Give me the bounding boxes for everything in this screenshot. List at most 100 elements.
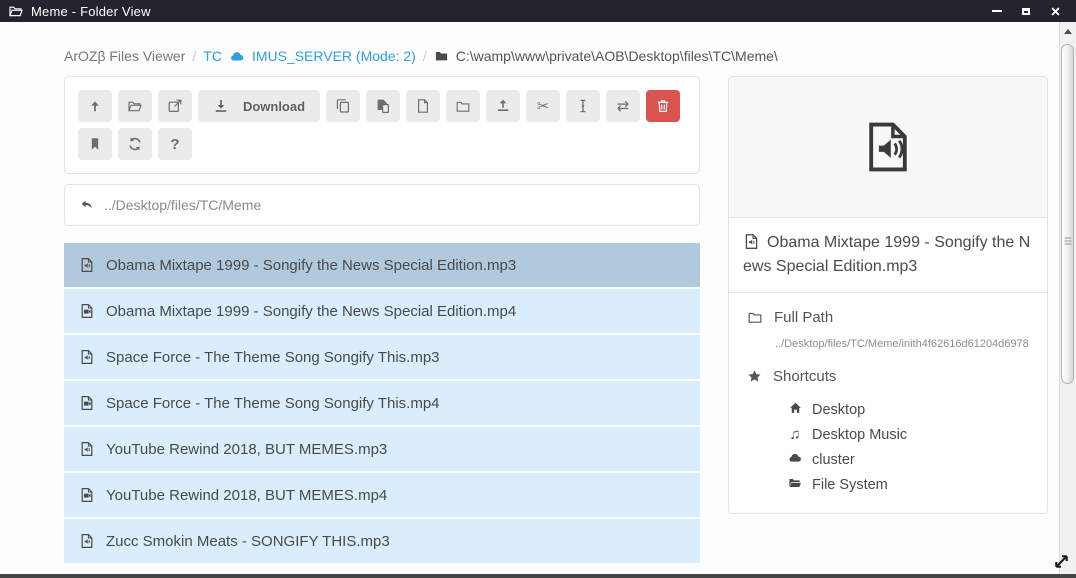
breadcrumb-path: C:\wamp\www\private\AOB\Desktop\files\TC…	[456, 48, 778, 64]
toolbar-row-1: Download ✂	[78, 90, 686, 122]
copy-button[interactable]	[326, 90, 360, 122]
file-name: YouTube Rewind 2018, BUT MEMES.mp3	[106, 441, 387, 458]
full-path-label: Full Path	[774, 309, 833, 326]
shortcut-file-system[interactable]: File System	[787, 472, 1029, 497]
scrollbar-thumb[interactable]	[1061, 44, 1074, 384]
titlebar: Meme - Folder View	[0, 0, 1076, 22]
download-button[interactable]: Download	[198, 90, 320, 122]
window-title: Meme - Folder View	[31, 4, 151, 19]
preview-info: Full Path ../Desktop/files/TC/Meme/inith…	[729, 293, 1047, 513]
full-path-header: Full Path	[747, 309, 1029, 326]
video-file-icon	[79, 303, 95, 319]
text-cursor-icon	[575, 98, 591, 114]
scroll-up-button[interactable]	[1060, 22, 1076, 41]
back-arrow-icon	[79, 198, 95, 212]
toolbar: Download ✂	[64, 76, 700, 174]
breadcrumb-server-link[interactable]: IMUS_SERVER (Mode: 2)	[252, 48, 416, 64]
folder-open-icon	[8, 4, 24, 19]
file-name: YouTube Rewind 2018, BUT MEMES.mp4	[106, 487, 387, 504]
breadcrumb-drive-link[interactable]: TC	[203, 48, 222, 64]
audio-file-icon	[79, 257, 95, 273]
folder-icon	[434, 49, 449, 63]
move-button[interactable]: ⇄	[606, 90, 640, 122]
external-link-icon	[167, 98, 183, 114]
breadcrumb-separator: /	[423, 48, 427, 64]
refresh-icon	[127, 136, 143, 152]
window-controls	[990, 4, 1068, 18]
preview-thumbnail	[729, 77, 1047, 218]
close-button[interactable]	[1048, 4, 1062, 18]
scissors-icon: ✂	[537, 99, 550, 114]
current-path: ../Desktop/files/TC/Meme	[104, 197, 261, 213]
new-folder-button[interactable]	[446, 90, 480, 122]
rename-button[interactable]	[566, 90, 600, 122]
trash-icon	[655, 98, 671, 114]
full-path-value: ../Desktop/files/TC/Meme/inith4f62616d61…	[775, 338, 1029, 350]
go-up-button[interactable]	[78, 90, 112, 122]
folder-icon	[455, 99, 471, 114]
home-icon	[787, 401, 803, 419]
close-icon	[1050, 6, 1061, 17]
file-name: Obama Mixtape 1999 - Songify the News Sp…	[106, 303, 516, 320]
cut-button[interactable]: ✂	[526, 90, 560, 122]
audio-file-icon	[79, 533, 95, 549]
audio-file-icon	[79, 441, 95, 457]
file-icon	[415, 98, 431, 114]
minimize-button[interactable]	[990, 4, 1004, 18]
download-label: Download	[243, 99, 305, 114]
music-icon: ♫	[787, 427, 803, 442]
breadcrumb-app[interactable]: ArOZβ Files Viewer	[64, 48, 185, 64]
shortcut-cluster[interactable]: cluster	[787, 447, 1029, 472]
maximize-button[interactable]	[1019, 4, 1033, 18]
folder-open-icon	[127, 99, 143, 114]
vertical-scrollbar[interactable]	[1059, 22, 1076, 574]
file-row[interactable]: Obama Mixtape 1999 - Songify the News Sp…	[64, 289, 700, 333]
open-external-button[interactable]	[158, 90, 192, 122]
cloud-icon	[787, 451, 803, 469]
cloud-icon	[229, 49, 245, 64]
audio-file-icon	[79, 349, 95, 365]
open-button[interactable]	[118, 90, 152, 122]
bookmark-button[interactable]	[78, 128, 112, 160]
file-name: Space Force - The Theme Song Songify Thi…	[106, 395, 440, 412]
paste-icon	[375, 98, 391, 114]
copy-icon	[335, 98, 351, 114]
question-icon: ?	[170, 137, 179, 152]
audio-file-icon	[860, 115, 916, 179]
help-button[interactable]: ?	[158, 128, 192, 160]
file-row[interactable]: YouTube Rewind 2018, BUT MEMES.mp4	[64, 473, 700, 517]
minimize-icon	[992, 10, 1002, 12]
shortcuts-header: Shortcuts	[747, 368, 1029, 385]
audio-file-icon	[743, 233, 760, 250]
shortcut-label: Desktop	[812, 402, 865, 418]
window-bottom-border	[0, 574, 1076, 578]
file-list: Obama Mixtape 1999 - Songify the News Sp…	[64, 243, 700, 563]
paste-button[interactable]	[366, 90, 400, 122]
shortcut-label: Desktop Music	[812, 427, 907, 443]
breadcrumb: ArOZβ Files Viewer / TC IMUS_SERVER (Mod…	[64, 48, 1076, 64]
swap-arrows-icon: ⇄	[617, 99, 630, 114]
resize-handle[interactable]	[1052, 552, 1071, 576]
file-name: Zucc Smokin Meats - SONGIFY THIS.mp3	[106, 533, 390, 550]
file-row[interactable]: Obama Mixtape 1999 - Songify the News Sp…	[64, 243, 700, 287]
delete-button[interactable]	[646, 90, 680, 122]
file-row[interactable]: Space Force - The Theme Song Songify Thi…	[64, 381, 700, 425]
star-icon	[747, 369, 762, 384]
refresh-button[interactable]	[118, 128, 152, 160]
upload-button[interactable]	[486, 90, 520, 122]
file-row[interactable]: YouTube Rewind 2018, BUT MEMES.mp3	[64, 427, 700, 471]
bookmark-icon	[87, 136, 103, 152]
new-file-button[interactable]	[406, 90, 440, 122]
shortcut-desktop-music[interactable]: ♫ Desktop Music	[787, 422, 1029, 447]
shortcut-desktop[interactable]: Desktop	[787, 397, 1029, 422]
preview-panel: Obama Mixtape 1999 - Songify the News Sp…	[728, 76, 1048, 514]
breadcrumb-separator: /	[192, 48, 196, 64]
file-row[interactable]: Zucc Smokin Meats - SONGIFY THIS.mp3	[64, 519, 700, 563]
file-name: Space Force - The Theme Song Songify Thi…	[106, 349, 440, 366]
folder-icon	[747, 310, 763, 325]
current-path-bar[interactable]: ../Desktop/files/TC/Meme	[64, 184, 700, 226]
file-row[interactable]: Space Force - The Theme Song Songify Thi…	[64, 335, 700, 379]
file-name: Obama Mixtape 1999 - Songify the News Sp…	[106, 257, 516, 274]
triangle-up-icon	[1064, 29, 1072, 34]
scrollbar-grip-icon	[1064, 238, 1071, 245]
